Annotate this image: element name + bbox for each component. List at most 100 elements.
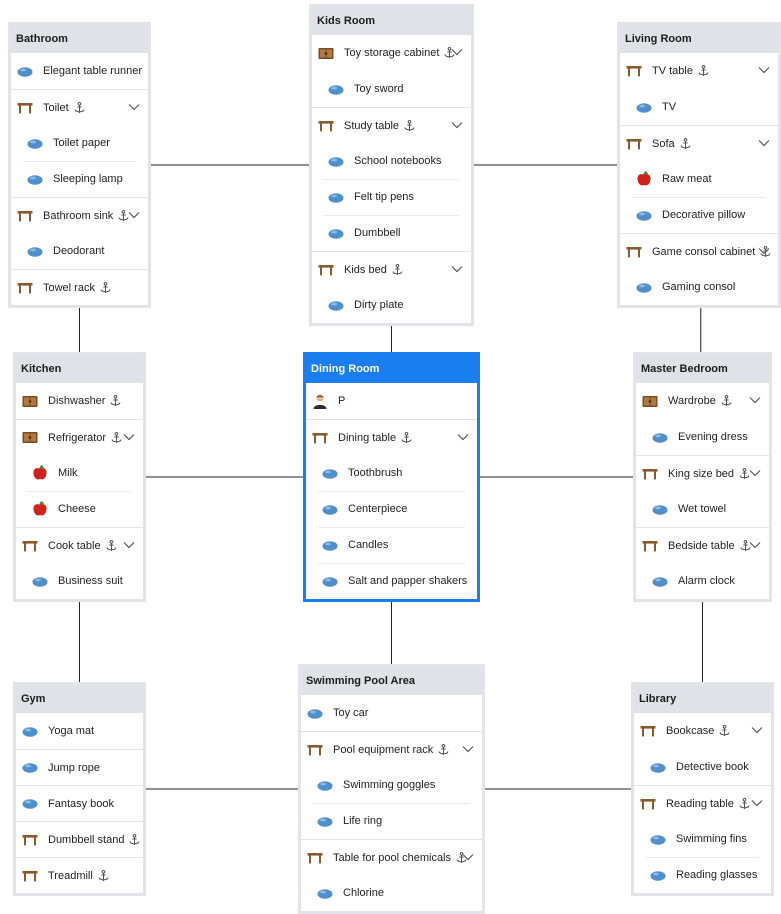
nested-item-candles[interactable]: Candles <box>306 527 477 563</box>
nested-item-sleeping-lamp[interactable]: Sleeping lamp <box>11 161 148 197</box>
item-king-size-bed[interactable]: King size bed <box>636 455 769 491</box>
nested-item-raw-meat[interactable]: Raw meat <box>620 161 778 197</box>
chevron-down-icon[interactable] <box>128 210 140 220</box>
room-title[interactable]: Bathroom <box>11 25 148 53</box>
chevron-down-icon[interactable] <box>751 725 763 735</box>
item-wardrobe[interactable]: Wardrobe <box>636 383 769 419</box>
blob-icon <box>26 172 44 186</box>
item-reading-table[interactable]: Reading table <box>634 785 771 821</box>
chevron-down-icon[interactable] <box>758 65 770 75</box>
room-swimming-pool-area[interactable]: Swimming Pool Area Toy car Pool equipment … <box>298 664 485 914</box>
room-title[interactable]: Dining Room <box>306 355 477 383</box>
item-jump-rope[interactable]: Jump rope <box>16 749 143 785</box>
item-fantasy-book[interactable]: Fantasy book <box>16 785 143 821</box>
room-gym[interactable]: Gym Yoga mat Jump rope Fantasy book Dumbbell… <box>13 682 146 896</box>
chevron-down-icon[interactable] <box>462 852 474 862</box>
chevron-down-icon[interactable] <box>758 246 770 256</box>
nested-item-dumbbell[interactable]: Dumbbell <box>312 215 471 251</box>
chevron-down-icon[interactable] <box>462 744 474 754</box>
room-title[interactable]: Kitchen <box>16 355 143 383</box>
nested-item-toothbrush[interactable]: Toothbrush <box>306 455 477 491</box>
nested-item-wet-towel[interactable]: Wet towel <box>636 491 769 527</box>
nested-item-business-suit[interactable]: Business suit <box>16 563 143 599</box>
room-kids-room[interactable]: Kids Room Toy storage cabinet Toy sword Stu… <box>309 4 474 326</box>
nested-item-swimming-fins[interactable]: Swimming fins <box>634 821 771 857</box>
nested-item-reading-glasses[interactable]: Reading glasses <box>634 857 771 893</box>
room-title[interactable]: Swimming Pool Area <box>301 667 482 695</box>
room-title[interactable]: Living Room <box>620 25 778 53</box>
nested-item-tv[interactable]: TV <box>620 89 778 125</box>
nested-item-deodorant[interactable]: Deodorant <box>11 233 148 269</box>
item-toy-storage-cabinet[interactable]: Toy storage cabinet <box>312 35 471 71</box>
nested-item-alarm-clock[interactable]: Alarm clock <box>636 563 769 599</box>
item-toilet[interactable]: Toilet <box>11 89 148 125</box>
nested-item-swimming-goggles[interactable]: Swimming goggles <box>301 767 482 803</box>
item-p[interactable]: P <box>306 383 477 419</box>
nested-item-gaming-consol[interactable]: Gaming consol <box>620 269 778 305</box>
room-master-bedroom[interactable]: Master Bedroom Wardrobe Evening dress King … <box>633 352 772 602</box>
nested-item-salt-and-papper-shakers[interactable]: Salt and papper shakers <box>306 563 477 599</box>
room-library[interactable]: Library Bookcase Detective book Reading tab… <box>631 682 774 896</box>
chevron-down-icon[interactable] <box>451 264 463 274</box>
item-treadmill[interactable]: Treadmill <box>16 857 143 893</box>
item-study-table[interactable]: Study table <box>312 107 471 143</box>
item-label: Swimming fins <box>676 833 747 845</box>
blob-icon <box>651 430 669 444</box>
room-title[interactable]: Kids Room <box>312 7 471 35</box>
item-tv-table[interactable]: TV table <box>620 53 778 89</box>
room-title[interactable]: Master Bedroom <box>636 355 769 383</box>
nested-item-felt-tip-pens[interactable]: Felt tip pens <box>312 179 471 215</box>
item-toy-car[interactable]: Toy car <box>301 695 482 731</box>
chevron-down-icon[interactable] <box>758 138 770 148</box>
anchor-icon <box>401 431 412 444</box>
nested-item-toilet-paper[interactable]: Toilet paper <box>11 125 148 161</box>
room-bathroom[interactable]: Bathroom Elegant table runner Toilet Toilet… <box>8 22 151 308</box>
item-refrigerator[interactable]: Refrigerator <box>16 419 143 455</box>
nested-item-centerpiece[interactable]: Centerpiece <box>306 491 477 527</box>
nested-item-toy-sword[interactable]: Toy sword <box>312 71 471 107</box>
item-dishwasher[interactable]: Dishwasher <box>16 383 143 419</box>
item-bookcase[interactable]: Bookcase <box>634 713 771 749</box>
room-kitchen[interactable]: Kitchen Dishwasher Refrigerator Milk Cheese C… <box>13 352 146 602</box>
nested-item-dirty-plate[interactable]: Dirty plate <box>312 287 471 323</box>
item-pool-equipment-rack[interactable]: Pool equipment rack <box>301 731 482 767</box>
room-dining-room[interactable]: Dining Room P Dining table Toothbrush Center… <box>303 352 480 602</box>
item-table-for-pool-chemicals[interactable]: Table for pool chemicals <box>301 839 482 875</box>
nested-item-evening-dress[interactable]: Evening dress <box>636 419 769 455</box>
nested-item-life-ring[interactable]: Life ring <box>301 803 482 839</box>
blob-icon <box>327 190 345 204</box>
item-game-consol-cabinet[interactable]: Game consol cabinet <box>620 233 778 269</box>
chevron-down-icon[interactable] <box>751 798 763 808</box>
item-bedside-table[interactable]: Bedside table <box>636 527 769 563</box>
nested-item-detective-book[interactable]: Detective book <box>634 749 771 785</box>
room-title[interactable]: Library <box>634 685 771 713</box>
item-bathroom-sink[interactable]: Bathroom sink <box>11 197 148 233</box>
item-towel-rack[interactable]: Towel rack <box>11 269 148 305</box>
room-title[interactable]: Gym <box>16 685 143 713</box>
chevron-down-icon[interactable] <box>749 468 761 478</box>
chevron-down-icon[interactable] <box>123 432 135 442</box>
chevron-down-icon[interactable] <box>749 540 761 550</box>
item-elegant-table-runner[interactable]: Elegant table runner <box>11 53 148 89</box>
item-kids-bed[interactable]: Kids bed <box>312 251 471 287</box>
item-dumbbell-stand[interactable]: Dumbbell stand <box>16 821 143 857</box>
nested-item-decorative-pillow[interactable]: Decorative pillow <box>620 197 778 233</box>
item-dining-table[interactable]: Dining table <box>306 419 477 455</box>
chevron-down-icon[interactable] <box>451 120 463 130</box>
room-living-room[interactable]: Living Room TV table TV Sofa Raw meat Decorat… <box>617 22 781 308</box>
chevron-down-icon[interactable] <box>123 540 135 550</box>
person-icon <box>311 394 329 409</box>
chevron-down-icon[interactable] <box>128 102 140 112</box>
nested-item-school-notebooks[interactable]: School notebooks <box>312 143 471 179</box>
nested-item-chlorine[interactable]: Chlorine <box>301 875 482 911</box>
nested-item-milk[interactable]: Milk <box>16 455 143 491</box>
item-label: Business suit <box>58 575 123 587</box>
item-cook-table[interactable]: Cook table <box>16 527 143 563</box>
nested-item-cheese[interactable]: Cheese <box>16 491 143 527</box>
chevron-down-icon[interactable] <box>451 47 463 57</box>
chevron-down-icon[interactable] <box>457 432 469 442</box>
table-icon <box>639 797 657 811</box>
chevron-down-icon[interactable] <box>749 395 761 405</box>
item-sofa[interactable]: Sofa <box>620 125 778 161</box>
item-yoga-mat[interactable]: Yoga mat <box>16 713 143 749</box>
